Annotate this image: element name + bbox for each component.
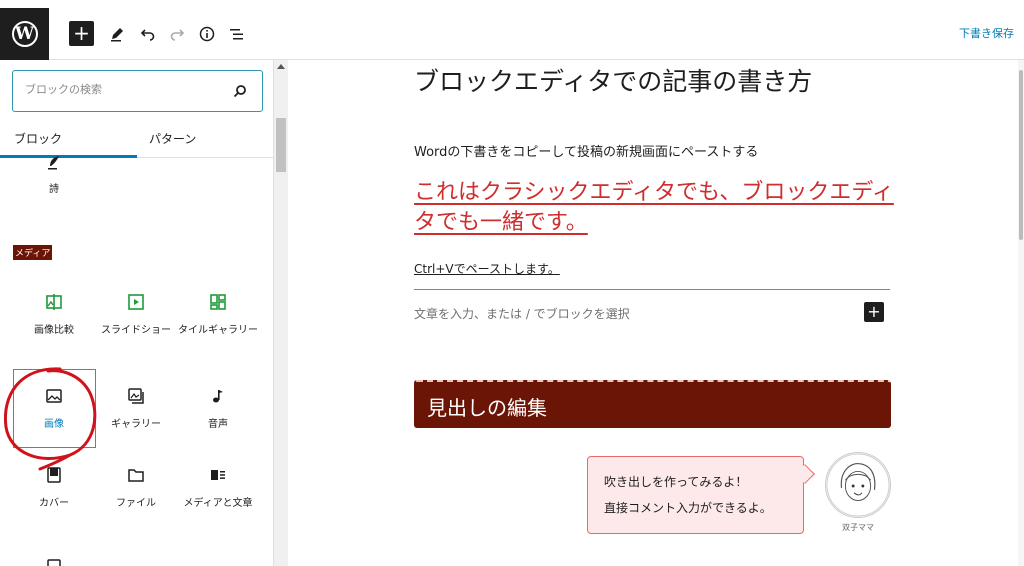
block-gallery[interactable]: ギャラリー — [95, 387, 177, 432]
block-partial[interactable] — [13, 557, 95, 566]
block-image-compare[interactable]: 画像比較 — [13, 293, 95, 338]
video-icon — [47, 559, 61, 566]
poem-icon — [48, 156, 59, 170]
block-cover[interactable]: カバー — [13, 466, 95, 511]
block-poem[interactable]: 詩 — [13, 154, 95, 197]
add-block-button[interactable]: + — [69, 21, 94, 46]
block-file[interactable]: ファイル — [95, 466, 177, 511]
avatar — [825, 452, 891, 518]
block-label: メディアと文章 — [183, 498, 253, 509]
tab-blocks[interactable]: ブロック — [14, 130, 62, 147]
page-scrollbar-thumb[interactable] — [1019, 70, 1023, 240]
inserter-tabs: ブロック パターン — [0, 124, 273, 158]
audio-icon — [213, 390, 223, 403]
avatar-name: 双子ママ — [842, 523, 874, 532]
list-outline-icon — [230, 29, 243, 40]
post-title[interactable]: ブロックエディタでの記事の書き方 — [414, 62, 812, 98]
search-icon[interactable] — [232, 83, 248, 99]
undo-icon — [140, 29, 155, 41]
tiled-gallery-icon — [210, 294, 226, 310]
balloon-line-1: 吹き出しを作ってみるよ！ — [604, 475, 748, 489]
category-media-label: メディア — [13, 245, 53, 260]
heading-text: 見出しの編集 — [427, 396, 547, 420]
image-compare-icon — [46, 294, 62, 310]
info-icon — [199, 26, 215, 42]
media-text-icon — [211, 470, 225, 480]
gallery-icon — [128, 388, 144, 404]
wordpress-logo-button[interactable]: W — [0, 8, 49, 60]
block-label: 詩 — [49, 184, 59, 195]
block-image[interactable]: 画像 — [13, 387, 95, 432]
tools-pencil-button[interactable] — [105, 22, 129, 46]
editor-canvas: ブロックエディタでの記事の書き方 Wordの下書きをコピーして投稿の新規画面にペ… — [289, 60, 1018, 566]
heading-block[interactable]: 見出しの編集 — [414, 380, 891, 428]
pencil-icon — [111, 28, 123, 42]
link-paragraph-block[interactable]: これはクラシックエディタでも、ブロックエディタでも一緒です。 — [414, 178, 894, 238]
block-label: 画像 — [44, 419, 64, 430]
scroll-up-arrow-icon[interactable] — [277, 64, 285, 69]
block-inserter-panel: ブロック パターン 詩 メディア 画像比較 スライドショー — [0, 60, 274, 566]
balloon-tail — [795, 464, 815, 484]
redo-icon — [170, 29, 185, 41]
page-scrollbar[interactable] — [1018, 60, 1024, 566]
tab-patterns[interactable]: パターン — [149, 130, 196, 147]
cover-icon — [47, 467, 61, 483]
details-button[interactable] — [196, 22, 218, 46]
image-icon — [46, 389, 62, 403]
block-placeholder-text: 文章を入力、または / でブロックを選択 — [414, 307, 630, 321]
inline-add-block-button[interactable]: + — [864, 302, 884, 322]
undo-button[interactable] — [136, 22, 160, 46]
ctrl-paragraph-block[interactable]: Ctrl+Vでペーストします。 — [414, 260, 560, 277]
block-label: ファイル — [116, 498, 156, 509]
block-label: カバー — [39, 498, 69, 509]
paragraph-block[interactable]: Wordの下書きをコピーして投稿の新規画面にペーストする — [414, 141, 758, 160]
block-slideshow[interactable]: スライドショー — [95, 293, 177, 338]
wordpress-logo-icon: W — [11, 21, 38, 47]
balloon-line-2: 直接コメント入力ができるよ。 — [604, 501, 772, 515]
block-audio[interactable]: 音声 — [177, 387, 259, 432]
save-draft-link[interactable]: 下書き保存 — [959, 25, 1014, 41]
speech-balloon-block[interactable]: 吹き出しを作ってみるよ！ 直接コメント入力ができるよ。 — [587, 456, 815, 534]
empty-paragraph-block[interactable]: 文章を入力、または / でブロックを選択 — [414, 289, 890, 327]
block-search-box[interactable] — [12, 70, 263, 112]
slideshow-icon — [128, 294, 144, 310]
block-tiled-gallery[interactable]: タイルギャラリー — [177, 293, 259, 338]
block-label: 画像比較 — [34, 325, 74, 336]
block-media-text[interactable]: メディアと文章 — [177, 466, 259, 511]
scrollbar-thumb[interactable] — [276, 118, 286, 172]
file-icon — [128, 469, 144, 482]
redo-button[interactable] — [165, 22, 189, 46]
editor-header: W + 下書き保存 — [0, 8, 1024, 60]
block-label: タイルギャラリー — [178, 325, 258, 336]
block-label: ギャラリー — [111, 419, 161, 430]
block-label: 音声 — [208, 419, 228, 430]
list-view-button[interactable] — [226, 22, 248, 46]
sidebar-scrollbar[interactable] — [274, 60, 288, 566]
block-label: スライドショー — [101, 325, 171, 336]
block-search-input[interactable] — [25, 83, 225, 96]
